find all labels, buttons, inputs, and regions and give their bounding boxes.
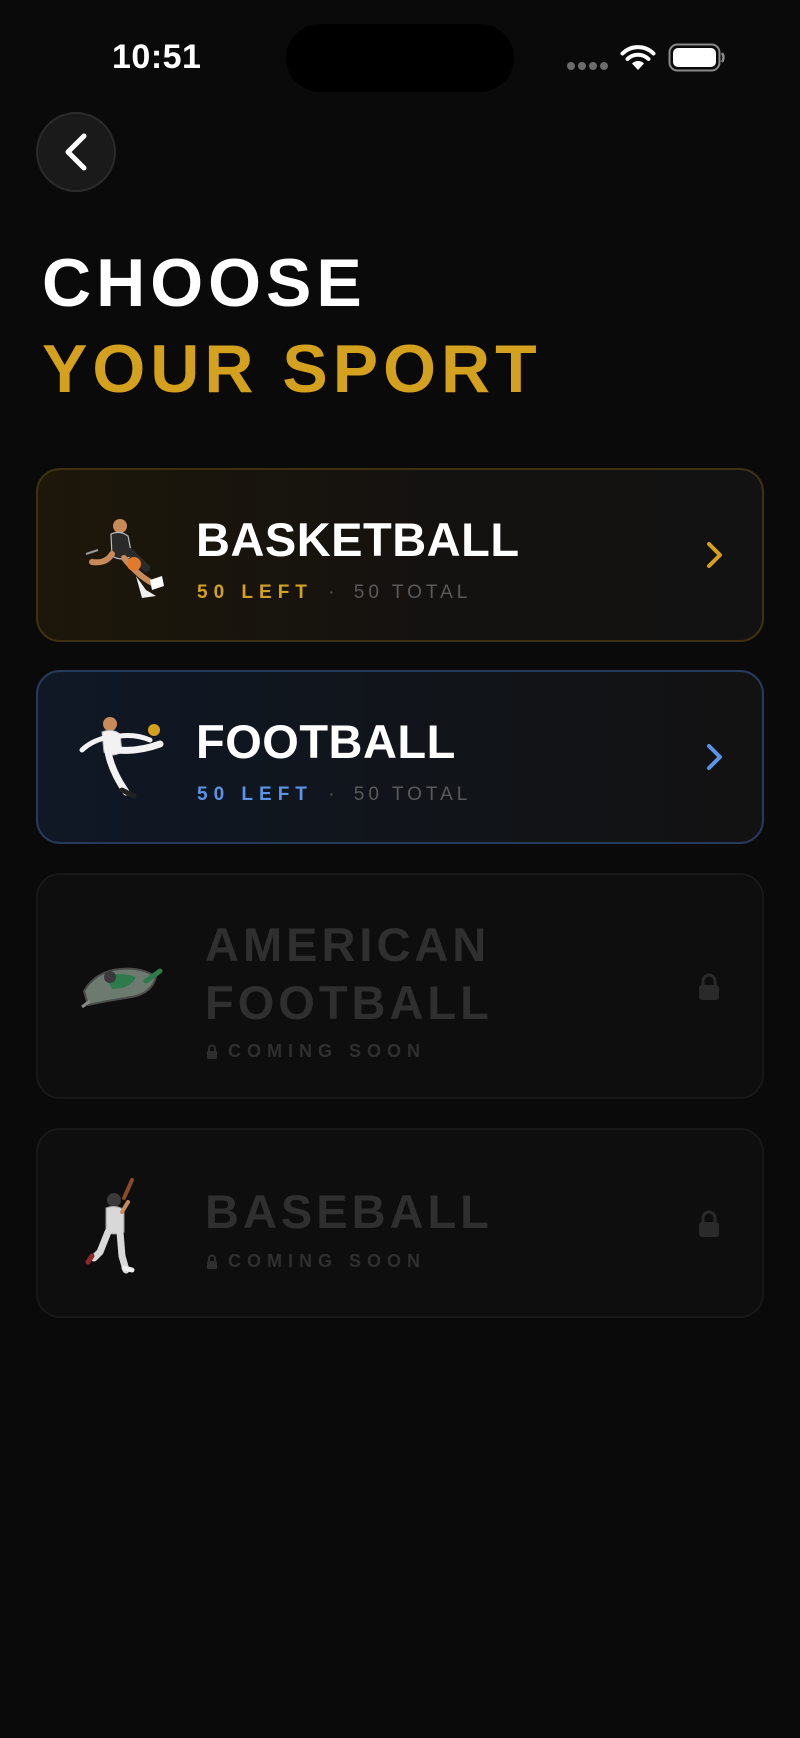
battery-icon <box>668 43 725 72</box>
wifi-icon <box>620 45 656 70</box>
sport-card-basketball[interactable]: BASKETBALL 50 LEFT · 50 TOTAL <box>36 468 764 642</box>
availability-info: 50 LEFT · 50 TOTAL <box>197 784 471 806</box>
coming-soon-text: COMING SOON <box>228 1041 427 1061</box>
page-title: CHOOSE YOUR SPORT <box>42 240 542 412</box>
sport-name-line-1: AMERICAN <box>205 918 491 971</box>
sport-card-american-football: AMERICAN FOOTBALL COMING SOON <box>36 873 764 1099</box>
separator: · <box>328 582 339 603</box>
chevron-right-icon <box>707 542 722 568</box>
american-football-player-image <box>81 967 163 1009</box>
sport-name: FOOTBALL <box>196 715 456 768</box>
back-button[interactable] <box>36 112 116 192</box>
status-time: 10:51 <box>112 38 202 76</box>
small-lock-icon <box>207 1044 217 1059</box>
title-line-2: YOUR SPORT <box>42 331 542 407</box>
total-count: 50 TOTAL <box>353 784 472 805</box>
basketball-player-image <box>85 519 164 598</box>
left-count: 50 LEFT <box>197 784 313 805</box>
cellular-signal-icon <box>567 62 609 72</box>
sport-name-line-2: FOOTBALL <box>205 976 493 1029</box>
sport-card-football[interactable]: FOOTBALL 50 LEFT · 50 TOTAL <box>36 670 764 844</box>
dynamic-island <box>286 24 514 92</box>
football-player-image <box>79 717 164 799</box>
title-line-1: CHOOSE <box>42 245 367 321</box>
status-bar: 10:51 <box>0 0 800 110</box>
sport-name: AMERICAN FOOTBALL <box>205 916 493 1032</box>
total-count: 50 TOTAL <box>353 582 472 603</box>
sport-selection-screen: 10:51 CHOOSE YOUR SPORT BASKETBALL 50 LE… <box>0 0 800 1738</box>
chevron-right-icon <box>707 744 722 770</box>
chevron-left-icon <box>65 133 87 171</box>
coming-soon-label: COMING SOON <box>206 1251 426 1272</box>
separator: · <box>328 784 339 805</box>
baseball-player-image <box>85 1178 135 1274</box>
left-count: 50 LEFT <box>197 582 313 603</box>
coming-soon-label: COMING SOON <box>206 1041 426 1062</box>
small-lock-icon <box>207 1254 217 1269</box>
coming-soon-text: COMING SOON <box>228 1251 427 1271</box>
availability-info: 50 LEFT · 50 TOTAL <box>197 582 471 604</box>
sport-card-baseball: BASEBALL COMING SOON <box>36 1128 764 1318</box>
lock-icon <box>699 1210 719 1237</box>
sport-name: BASEBALL <box>205 1185 493 1238</box>
sport-name: BASKETBALL <box>196 513 520 566</box>
lock-icon <box>699 973 719 1000</box>
